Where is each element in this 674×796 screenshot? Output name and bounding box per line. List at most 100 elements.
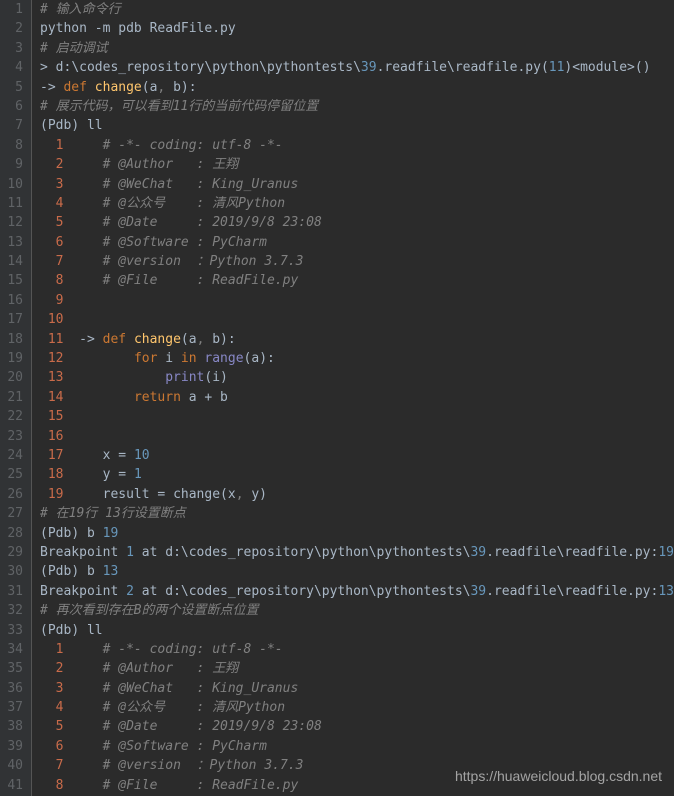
code-token: ll [87, 118, 103, 133]
code-token: . [627, 584, 635, 599]
code-token: # @Software : PyCharm [103, 235, 267, 250]
code-token: # @version ：Python 3.7.3 [103, 254, 304, 269]
code-token [40, 332, 48, 347]
code-line: 3 # @WeChat : King_Uranus [40, 175, 674, 194]
code-token: def [63, 80, 94, 95]
code-token: 13 [658, 584, 674, 599]
code-token: . [486, 584, 494, 599]
code-token: Pdb [48, 623, 71, 638]
code-line: 6 # @Software : PyCharm [40, 233, 674, 252]
code-token [40, 758, 56, 773]
code-token [63, 390, 133, 405]
code-token: readfile\readfile [494, 545, 627, 560]
code-token: change [95, 80, 142, 95]
code-line: 18 y = 1 [40, 465, 674, 484]
code-token: return [134, 390, 189, 405]
code-line: 15 [40, 407, 674, 426]
code-token: . [486, 545, 494, 560]
code-line: Breakpoint 1 at d:\codes_repository\pyth… [40, 543, 674, 562]
code-token [63, 758, 102, 773]
code-token: ( [40, 526, 48, 541]
code-token: at d [134, 584, 173, 599]
code-token [40, 719, 56, 734]
code-line: 2 # @Author : 王翔 [40, 659, 674, 678]
line-number: 9 [4, 155, 23, 174]
code-token [63, 778, 102, 793]
code-token: # @WeChat : King_Uranus [103, 681, 299, 696]
code-token: print [165, 370, 204, 385]
code-token [40, 254, 56, 269]
code-token: ( [40, 118, 48, 133]
line-number: 37 [4, 698, 23, 717]
code-token: # 展示代码，可以看到11行的当前代码停留位置 [40, 99, 318, 114]
code-token: py [635, 584, 651, 599]
code-token [40, 157, 56, 172]
code-token: ): [259, 351, 275, 366]
code-token: python [40, 21, 95, 36]
line-number: 32 [4, 601, 23, 620]
code-area: # 输入命令行python -m pdb ReadFile.py# 启动调试> … [32, 0, 674, 796]
code-token [40, 409, 48, 424]
code-token [63, 157, 102, 172]
code-token: 10 [48, 312, 64, 327]
code-token [63, 215, 102, 230]
code-token: ): [181, 80, 197, 95]
code-token: b [212, 332, 220, 347]
code-token [63, 273, 102, 288]
line-number: 30 [4, 562, 23, 581]
code-token: # @Author : 王翔 [103, 157, 239, 172]
code-token: # @Software : PyCharm [103, 739, 267, 754]
code-token [40, 700, 56, 715]
code-token: i [165, 351, 181, 366]
line-number: 19 [4, 349, 23, 368]
code-token: \codes_repository\python\pythontests\ [181, 584, 471, 599]
code-token: 9 [56, 293, 64, 308]
line-number: 2 [4, 19, 23, 38]
code-token: 1 [134, 467, 142, 482]
code-token [40, 351, 48, 366]
code-token: Breakpoint [40, 545, 126, 560]
code-line: 13 print(i) [40, 368, 674, 387]
line-number: 31 [4, 582, 23, 601]
code-line: # 启动调试 [40, 39, 674, 58]
code-token [63, 370, 165, 385]
code-token: py [220, 21, 236, 36]
code-token: # @File : ReadFile.py [103, 273, 299, 288]
code-token: change [173, 487, 220, 502]
code-token: ) [220, 370, 228, 385]
code-token [40, 681, 56, 696]
code-token [63, 661, 102, 676]
code-token [40, 467, 48, 482]
code-token: 10 [134, 448, 150, 463]
line-number: 17 [4, 310, 23, 329]
code-token: py [525, 60, 541, 75]
code-token: # @Author : 王翔 [103, 661, 239, 676]
code-token: )< [564, 60, 580, 75]
code-token: - [95, 21, 103, 36]
code-token: = [157, 487, 173, 502]
code-token: , [157, 80, 173, 95]
line-number: 29 [4, 543, 23, 562]
code-token: ( [181, 332, 189, 347]
line-number: 22 [4, 407, 23, 426]
code-token: # 启动调试 [40, 41, 108, 56]
line-number: 7 [4, 116, 23, 135]
code-token: ( [541, 60, 549, 75]
code-token: ) b [71, 526, 102, 541]
code-token: : [173, 545, 181, 560]
code-token: # @File : ReadFile.py [103, 778, 299, 793]
code-token: x [228, 487, 236, 502]
line-number: 21 [4, 388, 23, 407]
code-token: in [181, 351, 204, 366]
code-line: 3 # @WeChat : King_Uranus [40, 679, 674, 698]
code-token: 2 [126, 584, 134, 599]
code-line: 12 for i in range(a): [40, 349, 674, 368]
code-token: Pdb [48, 118, 71, 133]
code-token: = [118, 467, 134, 482]
line-number: 12 [4, 213, 23, 232]
code-token: = [118, 448, 134, 463]
code-token: Pdb [48, 526, 71, 541]
line-number: 1 [4, 0, 23, 19]
line-number: 36 [4, 679, 23, 698]
code-token: ): [220, 332, 236, 347]
